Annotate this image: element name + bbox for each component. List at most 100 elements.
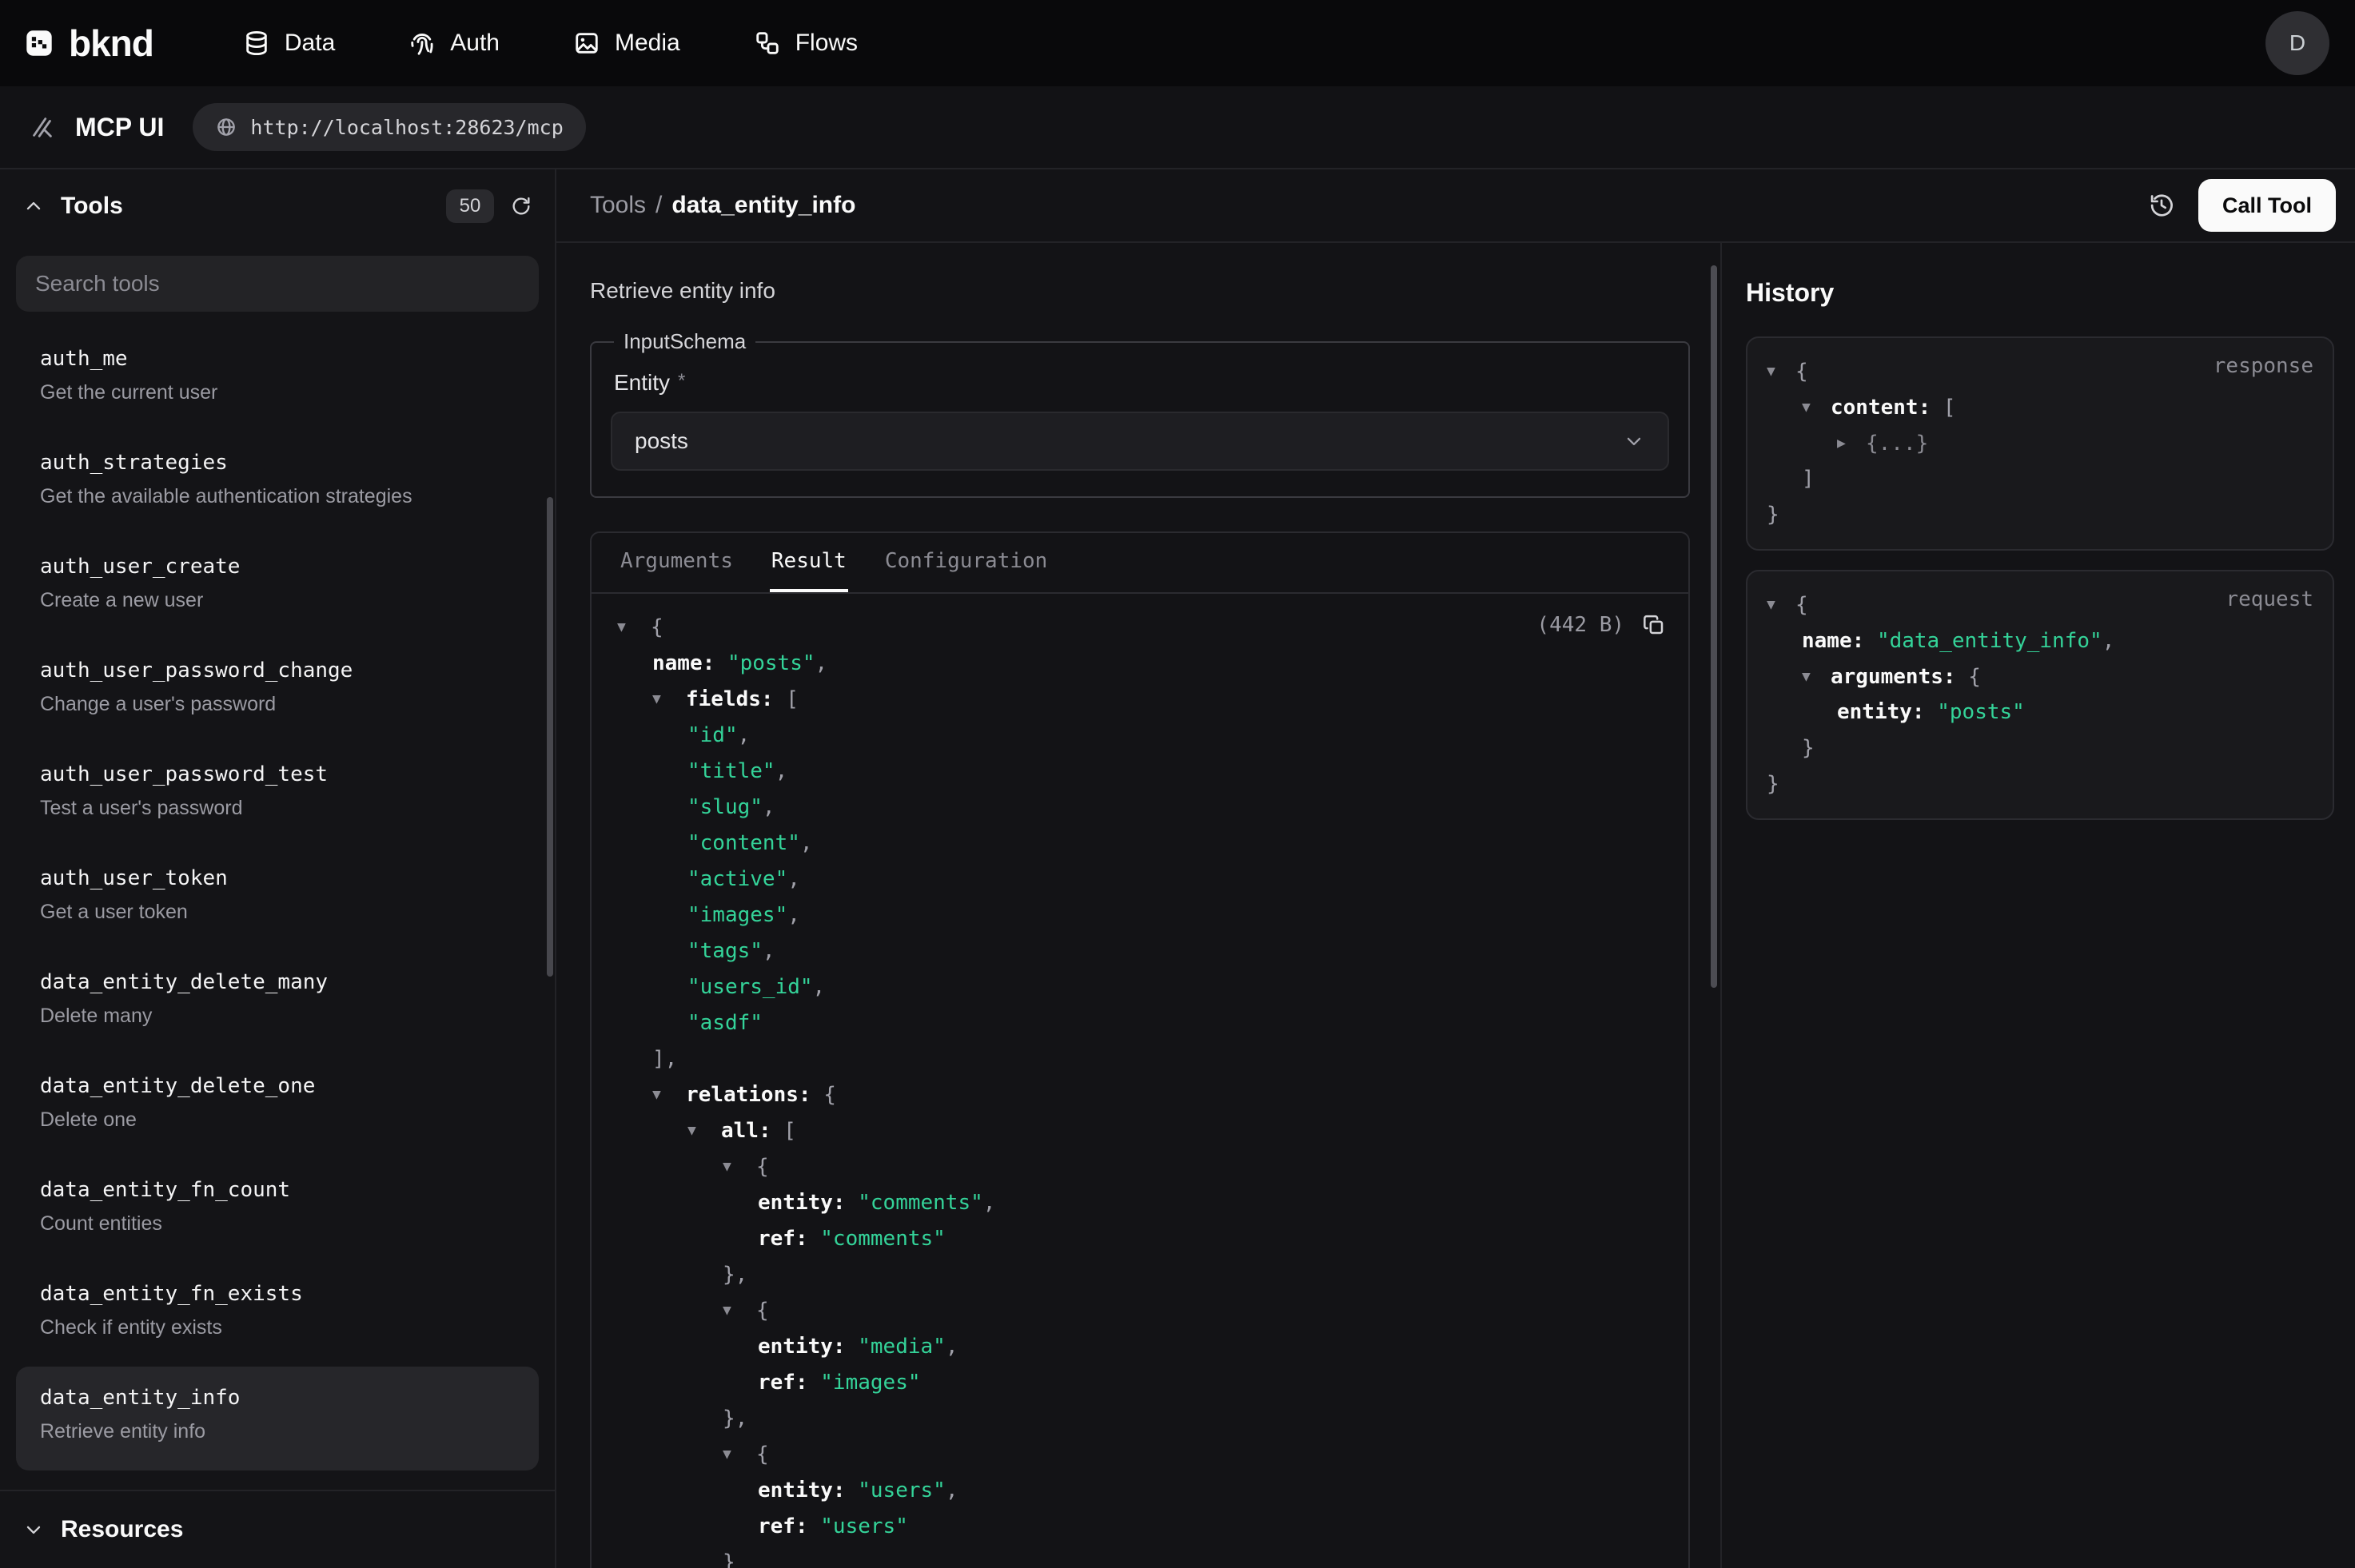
nav-item-label: Data [285, 30, 335, 57]
expand-toggle-icon[interactable]: ▶ [1837, 426, 1866, 462]
bknd-logo-icon [26, 30, 53, 57]
tool-detail-panel: Retrieve entity info InputSchema Entity*… [556, 243, 1720, 1568]
json-line: "content", [617, 826, 1663, 862]
json-line: } [1767, 766, 2313, 802]
tab-configuration[interactable]: Configuration [866, 533, 1067, 592]
json-line: }, [617, 1257, 1663, 1293]
tool-item-data_entity_delete_one[interactable]: data_entity_delete_oneDelete one [16, 1055, 539, 1159]
tool-item-data_entity_delete_many[interactable]: data_entity_delete_manyDelete many [16, 951, 539, 1055]
tool-item-data_entity_fn_exists[interactable]: data_entity_fn_existsCheck if entity exi… [16, 1263, 539, 1367]
tab-label: Result [770, 533, 848, 592]
tool-description: Get a user token [40, 898, 515, 925]
json-line: ▼{ [617, 610, 1663, 646]
nav-item-label: Flows [795, 30, 858, 57]
resources-section-header[interactable]: Resources [0, 1490, 555, 1568]
json-line: "id", [617, 718, 1663, 754]
tool-name: auth_user_password_test [40, 759, 515, 790]
collapse-toggle-icon[interactable]: ▼ [1767, 354, 1795, 390]
nav-item-media[interactable]: Media [573, 30, 680, 57]
history-card-response[interactable]: response▼{▼content: [▶{...}]} [1746, 336, 2334, 551]
json-line: "asdf" [617, 1005, 1663, 1041]
history-title: History [1746, 278, 2334, 308]
brand-name: bknd [69, 22, 153, 65]
search-tools-input[interactable] [16, 256, 539, 312]
tool-item-auth_user_create[interactable]: auth_user_createCreate a new user [16, 535, 539, 639]
chevron-up-icon [22, 195, 45, 217]
collapse-toggle-icon[interactable]: ▼ [723, 1292, 756, 1328]
copy-icon[interactable] [1642, 613, 1666, 637]
json-line: "users_id", [617, 969, 1663, 1005]
json-line: ▼content: [ [1767, 390, 2313, 426]
sidebar-scrollbar[interactable] [547, 497, 553, 977]
collapse-toggle-icon[interactable]: ▼ [1802, 390, 1831, 426]
result-tabs: Arguments Result Configuration [592, 533, 1688, 594]
json-line: }, [617, 1401, 1663, 1437]
tool-description: Count entities [40, 1210, 515, 1237]
image-icon [573, 30, 600, 57]
call-tool-button[interactable]: Call Tool [2198, 179, 2336, 232]
nav-item-label: Media [615, 30, 680, 57]
mcp-url-pill[interactable]: http://localhost:28623/mcp [193, 103, 585, 151]
tab-arguments[interactable]: Arguments [601, 533, 752, 592]
json-line: } [1767, 497, 2313, 533]
collapse-toggle-icon[interactable]: ▼ [1767, 587, 1795, 623]
tool-name: data_entity_info [40, 1383, 515, 1413]
main-header: Tools / data_entity_info Call Tool [556, 169, 2355, 243]
collapse-toggle-icon[interactable]: ▼ [617, 609, 651, 645]
user-avatar[interactable]: D [2265, 11, 2329, 75]
json-line: "slug", [617, 790, 1663, 826]
entity-select-value: posts [635, 428, 688, 454]
json-line: ▼{ [617, 1293, 1663, 1329]
breadcrumb-tools[interactable]: Tools [590, 192, 646, 219]
chevron-down-icon [1623, 430, 1645, 452]
json-line: ▼arguments: { [1767, 659, 2313, 695]
result-panel: ArgumentsResultConfiguration (442 B) ▼{n… [590, 531, 1690, 1568]
history-card-tag: response [2214, 354, 2313, 378]
tool-item-auth_me[interactable]: auth_meGet the current user [16, 328, 539, 432]
collapse-toggle-icon[interactable]: ▼ [687, 1112, 721, 1148]
mcp-icon [29, 113, 56, 141]
json-line: name: "posts", [617, 646, 1663, 682]
tab-result[interactable]: Result [752, 533, 866, 592]
header-actions: Call Tool [2147, 179, 2336, 232]
json-line: ▼{ [617, 1149, 1663, 1185]
entity-select[interactable]: posts [611, 412, 1669, 471]
tool-item-data_entity_fn_count[interactable]: data_entity_fn_countCount entities [16, 1159, 539, 1263]
tool-item-auth_user_token[interactable]: auth_user_tokenGet a user token [16, 847, 539, 951]
fingerprint-icon [408, 30, 436, 57]
result-meta: (442 B) [1536, 613, 1666, 637]
tool-item-auth_strategies[interactable]: auth_strategiesGet the available authent… [16, 432, 539, 535]
nav-item-data[interactable]: Data [243, 30, 335, 57]
history-card-request[interactable]: request▼{name: "data_entity_info",▼argum… [1746, 570, 2334, 820]
tools-sidebar: Tools 50 auth_meGet the current userauth… [0, 169, 556, 1568]
refresh-icon[interactable] [510, 195, 532, 217]
tool-name: auth_me [40, 344, 515, 374]
nav-item-flows[interactable]: Flows [754, 30, 858, 57]
json-line: entity: "posts" [1767, 694, 2313, 730]
tool-item-data_entity_info[interactable]: data_entity_infoRetrieve entity info [16, 1367, 539, 1470]
collapse-toggle-icon[interactable]: ▼ [723, 1148, 756, 1184]
history-cards: response▼{▼content: [▶{...}]}request▼{na… [1746, 336, 2334, 820]
globe-icon [215, 116, 237, 138]
history-button[interactable] [2147, 191, 2176, 220]
tool-name: auth_user_create [40, 551, 515, 582]
tools-section-title: Tools [61, 193, 123, 220]
json-line: } [617, 1545, 1663, 1568]
tool-item-auth_user_password_test[interactable]: auth_user_password_testTest a user's pas… [16, 743, 539, 847]
json-line: } [1767, 730, 2313, 766]
input-schema-legend: InputSchema [614, 329, 755, 354]
collapse-toggle-icon[interactable]: ▼ [652, 681, 686, 717]
json-line: entity: "users", [617, 1473, 1663, 1509]
collapse-toggle-icon[interactable]: ▼ [723, 1436, 756, 1472]
nav-item-auth[interactable]: Auth [408, 30, 500, 57]
tab-label: Configuration [883, 533, 1050, 592]
result-json-lines: ▼{name: "posts",▼fields: ["id","title","… [617, 610, 1663, 1568]
chevron-down-icon [22, 1518, 45, 1541]
collapse-toggle-icon[interactable]: ▼ [1802, 659, 1831, 695]
tool-item-auth_user_password_change[interactable]: auth_user_password_changeChange a user's… [16, 639, 539, 743]
content-scrollbar[interactable] [1711, 265, 1717, 988]
brand[interactable]: bknd [26, 22, 153, 65]
tools-section-header[interactable]: Tools 50 [0, 169, 555, 243]
collapse-toggle-icon[interactable]: ▼ [652, 1077, 686, 1112]
json-line: ref: "images" [617, 1365, 1663, 1401]
